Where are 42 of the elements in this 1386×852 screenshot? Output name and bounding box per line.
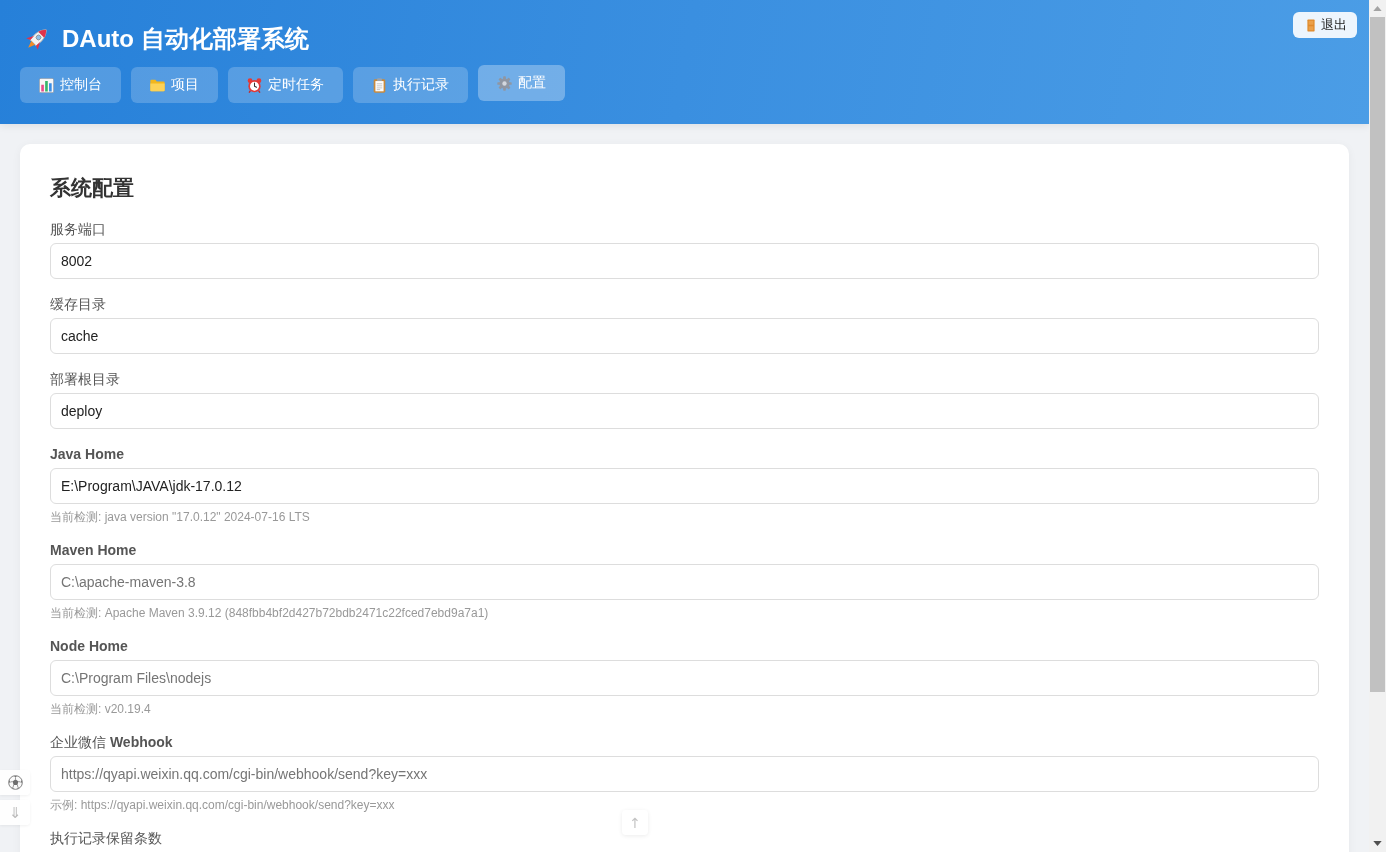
input-field[interactable]: C:\Program Files\nodejs [50,660,1319,696]
field-label: 缓存目录 [50,295,107,313]
scrollbar[interactable] [1369,0,1386,852]
rocket-icon [24,26,50,52]
nav-tab[interactable]: 项目 [131,67,218,103]
nav-tab[interactable]: 配置 [478,65,565,101]
bar-chart-icon [39,77,54,93]
field-hint: 当前检测: v20.19.4 [50,701,152,717]
gear-icon [497,75,512,91]
field-hint: 示例: https://qyapi.weixin.qq.com/cgi-bin/webhook/send?key=xxx [50,797,396,813]
input-field[interactable]: C:\apache-maven-3.8 [50,564,1319,600]
input-field[interactable]: 8002 [50,243,1319,279]
nav-tab[interactable]: 定时任务 [228,67,343,103]
soccer-ball-icon [7,775,23,790]
alarm-clock-icon [247,77,262,93]
input-field[interactable]: E:\Program\JAVA\jdk-17.0.12 [50,468,1319,504]
back-to-top-button[interactable]: ↑ [622,810,648,835]
scroll-up-icon[interactable] [1373,6,1382,11]
field-label: Node Home [50,637,129,655]
field-label: 执行记录保留条数 [50,829,163,847]
logout-button[interactable]: 退出 [1293,12,1357,38]
field-label: Maven Home [50,541,138,559]
field-label: 服务端口 [50,220,107,238]
field-label: 企业微信 Webhook [50,733,174,751]
clipboard-icon [372,77,387,93]
folder-icon [150,77,165,93]
scrollbar-thumb[interactable] [1370,17,1385,692]
field-label: 部署根目录 [50,370,121,388]
side-tool-button[interactable] [0,770,30,795]
field-hint: 当前检测: java version "17.0.12" 2024-07-16 LTS [50,509,311,525]
side-tool-button[interactable]: ⇓ [0,800,30,825]
scroll-down-icon[interactable] [1373,841,1382,846]
section-title: 系统配置 [50,175,135,201]
nav-tab[interactable]: 控制台 [20,67,121,103]
field-label: Java Home [50,445,125,463]
door-icon [1307,18,1315,32]
input-field[interactable]: https://qyapi.weixin.qq.com/cgi-bin/webhook/send?key=xxx [50,756,1319,792]
nav-tab[interactable]: 执行记录 [353,67,468,103]
input-field[interactable]: deploy [50,393,1319,429]
field-hint: 当前检测: Apache Maven 3.9.12 (848fbb4bf2d427b72bdb2471c22fced7ebd9a7a1) [50,605,490,621]
input-field[interactable]: cache [50,318,1319,354]
app-title: DAuto 自动化部署系统 [62,25,309,53]
